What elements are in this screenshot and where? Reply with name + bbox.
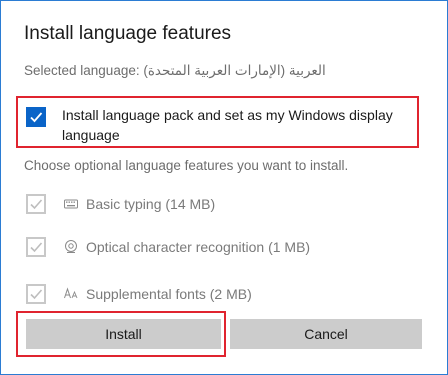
checkmark-icon [30, 289, 43, 300]
basic-typing-label: Basic typing (14 MB) [86, 196, 216, 212]
supplemental-fonts-checkbox[interactable] [26, 284, 46, 304]
feature-basic-typing: Basic typing (14 MB) [1, 193, 441, 217]
install-button[interactable]: Install [26, 319, 221, 349]
checkmark-icon [30, 112, 43, 123]
checkmark-icon [30, 199, 43, 210]
keyboard-icon [64, 199, 78, 209]
selected-language-label: Selected language: [24, 63, 140, 78]
feature-supplemental-fonts: Supplemental fonts (2 MB) [1, 283, 441, 307]
ocr-eye-icon [65, 240, 77, 253]
feature-ocr: Optical character recognition (1 MB) [1, 236, 441, 260]
dialog-title: Install language features [24, 23, 232, 44]
optional-features-heading: Choose optional language features you wa… [24, 158, 349, 173]
supplemental-fonts-label: Supplemental fonts (2 MB) [86, 286, 252, 302]
selected-language-line: Selected language: العربية (الإمارات الع… [24, 63, 424, 79]
ocr-label: Optical character recognition (1 MB) [86, 239, 311, 255]
basic-typing-checkbox[interactable] [26, 194, 46, 214]
cancel-button[interactable]: Cancel [230, 319, 422, 349]
selected-language-value: العربية (الإمارات العربية المتحدة) [143, 63, 326, 78]
checkmark-icon [30, 242, 43, 253]
language-pack-checkbox[interactable] [26, 107, 46, 127]
language-pack-label[interactable]: Install language pack and set as my Wind… [62, 105, 414, 145]
install-language-features-dialog: Install language features Selected langu… [0, 0, 448, 375]
ocr-checkbox[interactable] [26, 237, 46, 257]
font-icon [64, 287, 78, 299]
